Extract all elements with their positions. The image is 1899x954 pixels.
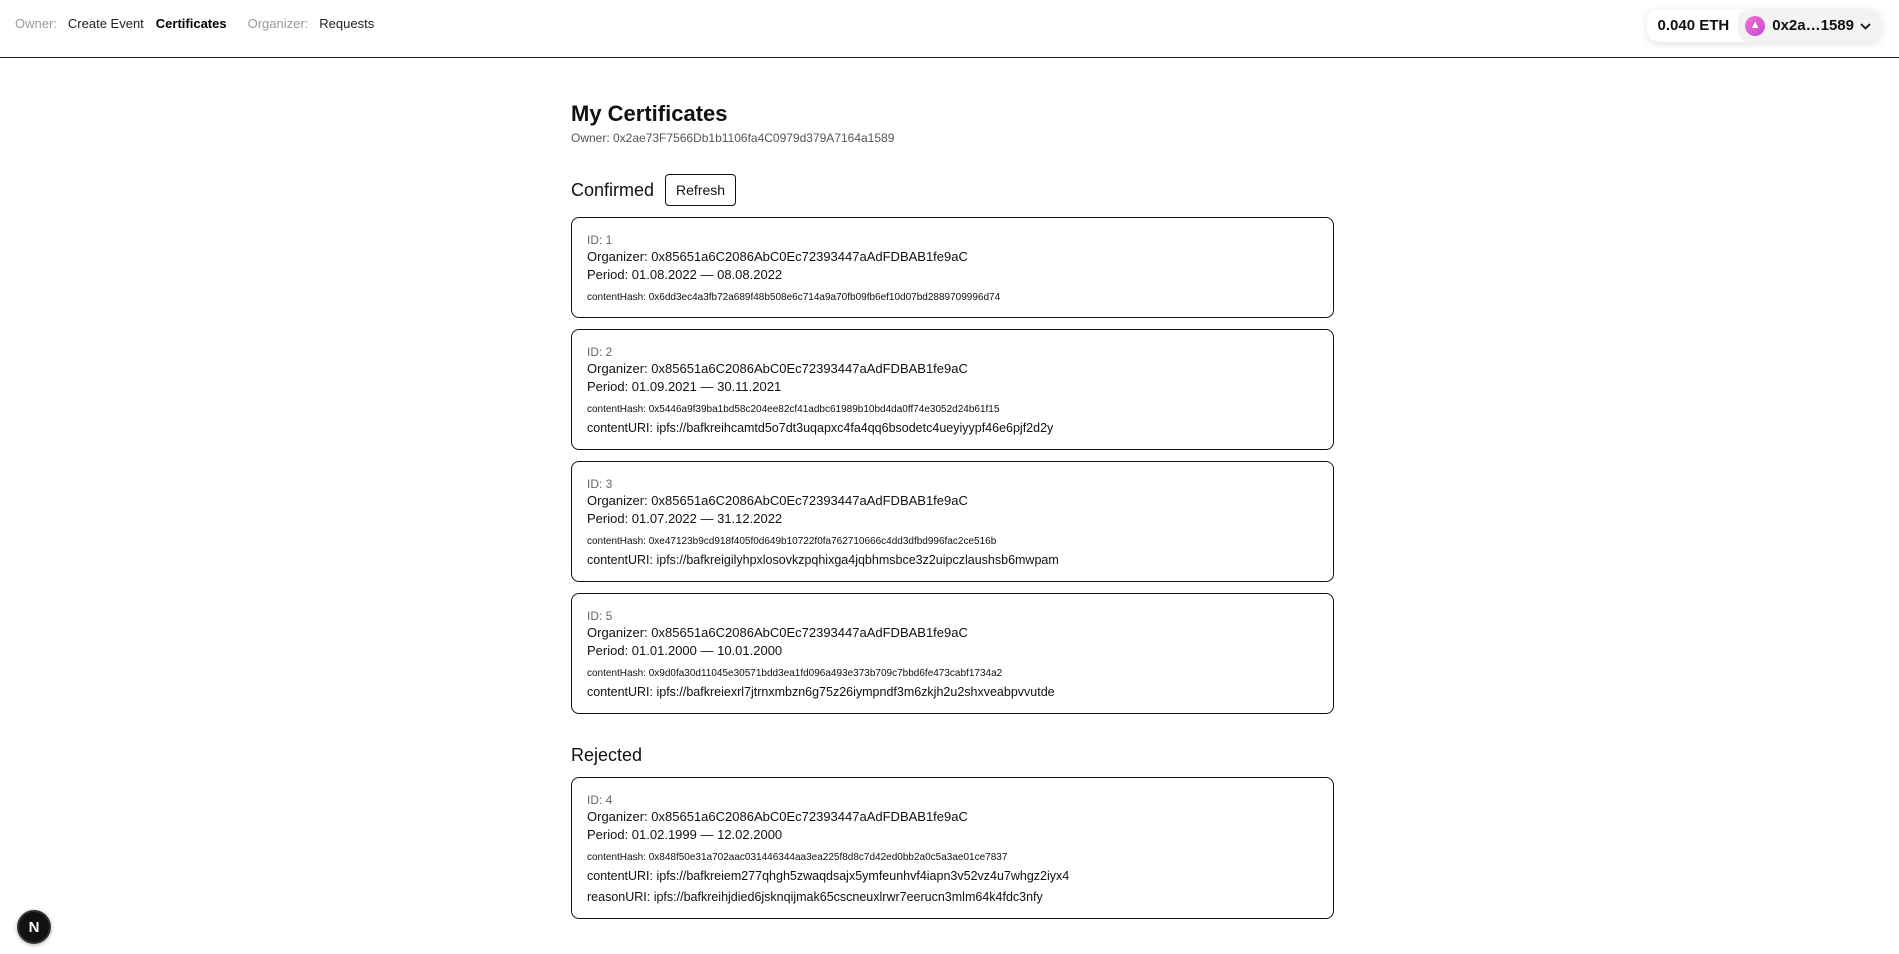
confirmed-header: Confirmed Refresh [571, 174, 1334, 206]
rejected-certificate-card: ID: 4 Organizer: 0x85651a6C2086AbC0Ec723… [571, 777, 1334, 919]
certificate-card: ID: 2 Organizer: 0x85651a6C2086AbC0Ec723… [571, 329, 1334, 450]
owner-address: Owner: 0x2ae73F7566Db1b1106fa4C0979d379A… [571, 131, 895, 145]
certificate-organizer: Organizer: 0x85651a6C2086AbC0Ec72393447a… [587, 361, 968, 376]
confirmed-section-title: Confirmed [571, 180, 655, 200]
certificate-id: ID: 3 [587, 477, 613, 491]
certificate-period: Period: 01.09.2021 — 30.11.2021 [587, 379, 782, 394]
certificate-organizer: Organizer: 0x85651a6C2086AbC0Ec72393447a… [587, 809, 968, 824]
certificate-content-hash: contentHash: 0x848f50e31a702aac031446344… [587, 852, 1008, 863]
certificate-id: ID: 1 [587, 233, 613, 247]
certificate-id: ID: 2 [587, 345, 613, 359]
certificate-content-uri: contentURI: ipfs://bafkreihcamtd5o7dt3uq… [587, 421, 1054, 435]
rejected-section-title: Rejected [571, 745, 643, 765]
certificate-period: Period: 01.02.1999 — 12.02.2000 [587, 827, 783, 842]
certificate-content-hash: contentHash: 0xe47123b9cd918f405f0d649b1… [587, 536, 997, 547]
refresh-button[interactable]: Refresh [665, 174, 737, 206]
page-title: My Certificates [571, 101, 728, 126]
account-avatar: ▲ [1745, 15, 1766, 36]
certificate-content-hash: contentHash: 0x9d0fa30d11045e30571bdd3ea… [587, 668, 1003, 679]
avatar-icon: ▲ [1749, 19, 1761, 31]
certificate-period: Period: 01.01.2000 — 10.01.2000 [587, 643, 783, 658]
main-content: My Certificates Owner: 0x2ae73F7566Db1b1… [571, 100, 1334, 919]
certificate-card: ID: 1 Organizer: 0x85651a6C2086AbC0Ec723… [571, 217, 1334, 318]
certificate-content-uri: contentURI: ipfs://bafkreiexrl7jtrnxmbzn… [587, 685, 1055, 699]
owner-nav-label: Owner: [15, 16, 57, 31]
certificate-period: Period: 01.07.2022 — 31.12.2022 [587, 511, 783, 526]
wallet-account-button[interactable]: ▲ 0x2a…1589 [1738, 9, 1881, 42]
certificate-content-hash: contentHash: 0x6dd3ec4a3fb72a689f48b508e… [587, 292, 1001, 303]
organizer-nav-label: Organizer: [247, 16, 309, 31]
certificate-content-hash: contentHash: 0x5446a9f39ba1bd58c204ee82c… [587, 404, 1000, 415]
certificate-reason-uri: reasonURI: ipfs://bafkreihjdied6jsknqijm… [587, 890, 1043, 904]
certificate-period: Period: 01.08.2022 — 08.08.2022 [587, 267, 783, 282]
certificate-content-uri: contentURI: ipfs://bafkreiem277qhgh5zwaq… [587, 869, 1070, 883]
certificate-card: ID: 5 Organizer: 0x85651a6C2086AbC0Ec723… [571, 593, 1334, 714]
main-nav: Owner: Create Event Certificates Organiz… [15, 16, 386, 32]
certificate-organizer: Organizer: 0x85651a6C2086AbC0Ec72393447a… [587, 625, 968, 640]
nav-create-event[interactable]: Create Event [68, 16, 144, 32]
chevron-down-icon [1860, 19, 1871, 33]
certificate-content-uri: contentURI: ipfs://bafkreigilyhpxlosovkz… [587, 553, 1059, 567]
nav-requests[interactable]: Requests [319, 16, 374, 32]
wallet-widget: 0.040 ETH ▲ 0x2a…1589 [1646, 9, 1881, 42]
top-navigation-bar: Owner: Create Event Certificates Organiz… [0, 0, 1899, 58]
wallet-balance-button[interactable]: 0.040 ETH [1647, 17, 1739, 34]
next-dev-tools-button[interactable]: N [17, 910, 51, 944]
nav-certificates[interactable]: Certificates [156, 16, 227, 32]
certificate-organizer: Organizer: 0x85651a6C2086AbC0Ec72393447a… [587, 249, 968, 264]
certificate-id: ID: 4 [587, 793, 613, 807]
certificate-id: ID: 5 [587, 609, 613, 623]
certificate-card: ID: 3 Organizer: 0x85651a6C2086AbC0Ec723… [571, 461, 1334, 582]
account-address: 0x2a…1589 [1772, 17, 1854, 34]
certificate-organizer: Organizer: 0x85651a6C2086AbC0Ec72393447a… [587, 493, 968, 508]
